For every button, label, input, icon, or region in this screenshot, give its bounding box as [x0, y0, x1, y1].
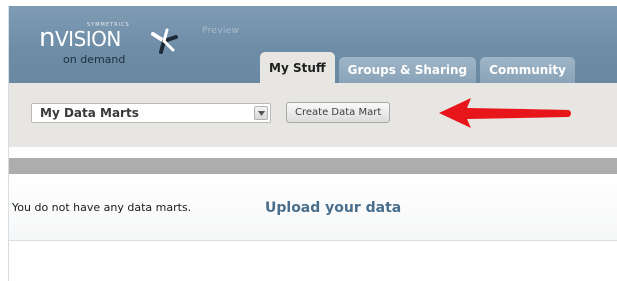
tab-my-stuff[interactable]: My Stuff	[260, 52, 335, 83]
app-header: SYMMETRICS nVISION on demand Preview My …	[9, 6, 617, 83]
empty-state-message: You do not have any data marts.	[12, 201, 192, 214]
data-mart-select[interactable]: My Data Marts	[31, 103, 271, 123]
dropdown-arrow-icon[interactable]	[254, 106, 268, 120]
main-tabs: My Stuff Groups & Sharing Community	[260, 52, 579, 83]
empty-state-row: You do not have any data marts. Upload y…	[9, 174, 617, 240]
logo-prefix: n	[39, 23, 55, 53]
preview-label: Preview	[202, 26, 240, 36]
list-header-bar	[9, 158, 617, 174]
pinwheel-logo-icon	[151, 28, 178, 54]
row-divider	[9, 240, 617, 241]
logo-subtitle: on demand	[63, 53, 126, 66]
nvision-logo[interactable]: SYMMETRICS nVISION on demand	[39, 20, 229, 70]
tab-groups-sharing[interactable]: Groups & Sharing	[338, 57, 477, 83]
data-mart-select-value: My Data Marts	[40, 106, 139, 120]
red-arrow-annotation-icon	[439, 98, 571, 128]
tab-community[interactable]: Community	[480, 57, 575, 83]
page: SYMMETRICS nVISION on demand Preview My …	[0, 0, 617, 281]
create-data-mart-button[interactable]: Create Data Mart	[286, 102, 391, 123]
logo-wordmark: nVISION	[39, 24, 121, 53]
toolbar: My Data Marts Create Data Mart	[9, 83, 617, 147]
logo-word: VISION	[54, 27, 121, 51]
upload-data-link[interactable]: Upload your data	[265, 200, 401, 216]
